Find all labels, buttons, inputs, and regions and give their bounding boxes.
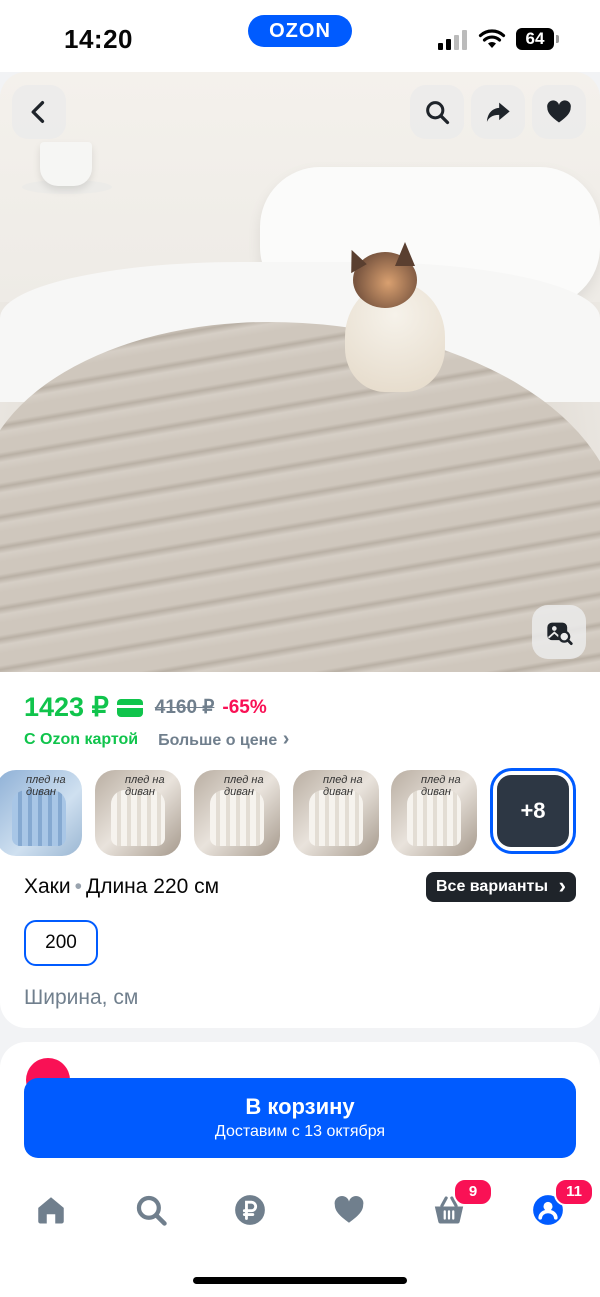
share-arrow-icon — [486, 102, 510, 122]
cart-badge: 9 — [453, 1178, 493, 1206]
variant-thumb[interactable]: плед на диван — [95, 770, 181, 856]
chevron-left-icon — [31, 101, 45, 123]
ozon-card-icon — [116, 698, 143, 717]
all-variants-button[interactable]: Все варианты — [426, 871, 576, 902]
signal-icon — [438, 30, 468, 50]
search-icon — [426, 101, 450, 125]
status-bar: 14:20 OZON 64 — [0, 0, 600, 72]
heart-icon — [334, 1195, 364, 1223]
variant-thumb[interactable]: плед на диван — [0, 770, 82, 856]
battery-icon: 64 — [516, 28, 559, 50]
home-icon — [38, 1197, 64, 1224]
price-row[interactable]: 1423 ₽ 4160 ₽ -65% — [24, 692, 267, 723]
tab-favorites[interactable] — [329, 1190, 369, 1230]
share-button[interactable] — [471, 85, 525, 139]
ruble-icon — [235, 1195, 265, 1225]
variant-thumbnails: плед на диван плед на диван плед на дива… — [0, 768, 600, 860]
width-option-200[interactable]: 200 — [24, 920, 98, 966]
tab-finance[interactable] — [230, 1190, 270, 1230]
search-icon — [136, 1195, 167, 1226]
delivery-date-label: Доставим с 13 октября — [214, 1123, 386, 1140]
profile-badge: 11 — [554, 1178, 594, 1206]
add-to-cart-button[interactable]: В корзину Доставим с 13 октября — [24, 1078, 576, 1158]
tab-search[interactable] — [131, 1190, 171, 1230]
ozon-logo: OZON — [248, 15, 352, 47]
variant-thumb[interactable]: плед на диван — [391, 770, 477, 856]
with-ozon-card-label: С Ozon картой — [24, 730, 139, 748]
more-variants-thumb[interactable]: +8 — [490, 768, 576, 854]
cat-photo-subject — [341, 242, 445, 392]
back-button[interactable] — [12, 85, 66, 139]
image-search-icon — [547, 622, 573, 646]
add-to-cart-label: В корзину — [245, 1094, 355, 1119]
favorite-button[interactable] — [532, 85, 586, 139]
tab-profile[interactable]: 11 — [528, 1178, 594, 1230]
heart-icon — [547, 100, 571, 123]
status-time: 14:20 — [64, 24, 133, 54]
product-image[interactable] — [0, 72, 600, 672]
search-button[interactable] — [410, 85, 464, 139]
old-price: 4160 ₽ — [154, 697, 215, 718]
tab-home[interactable] — [31, 1190, 71, 1230]
wifi-icon — [478, 29, 506, 48]
more-variants-count: +8 — [497, 775, 569, 847]
tab-cart[interactable]: 9 — [429, 1178, 493, 1230]
visual-search-button[interactable] — [532, 605, 586, 659]
variant-thumb[interactable]: плед на диван — [293, 770, 379, 856]
selected-variant: Хаки • Длина 220 см — [24, 875, 220, 898]
more-about-price-link[interactable]: Больше о цене — [158, 728, 289, 751]
variant-length: Длина 220 см — [85, 875, 220, 898]
home-indicator — [193, 1277, 407, 1284]
discount-badge: -65% — [222, 696, 267, 718]
variant-thumb[interactable]: плед на диван — [194, 770, 280, 856]
width-label: Ширина, см — [24, 986, 139, 1009]
card-price: 1423 ₽ — [24, 692, 109, 722]
variant-color: Хаки — [24, 875, 71, 898]
product-info-card: 1423 ₽ 4160 ₽ -65% С Ozon картой Больше … — [0, 672, 600, 1028]
